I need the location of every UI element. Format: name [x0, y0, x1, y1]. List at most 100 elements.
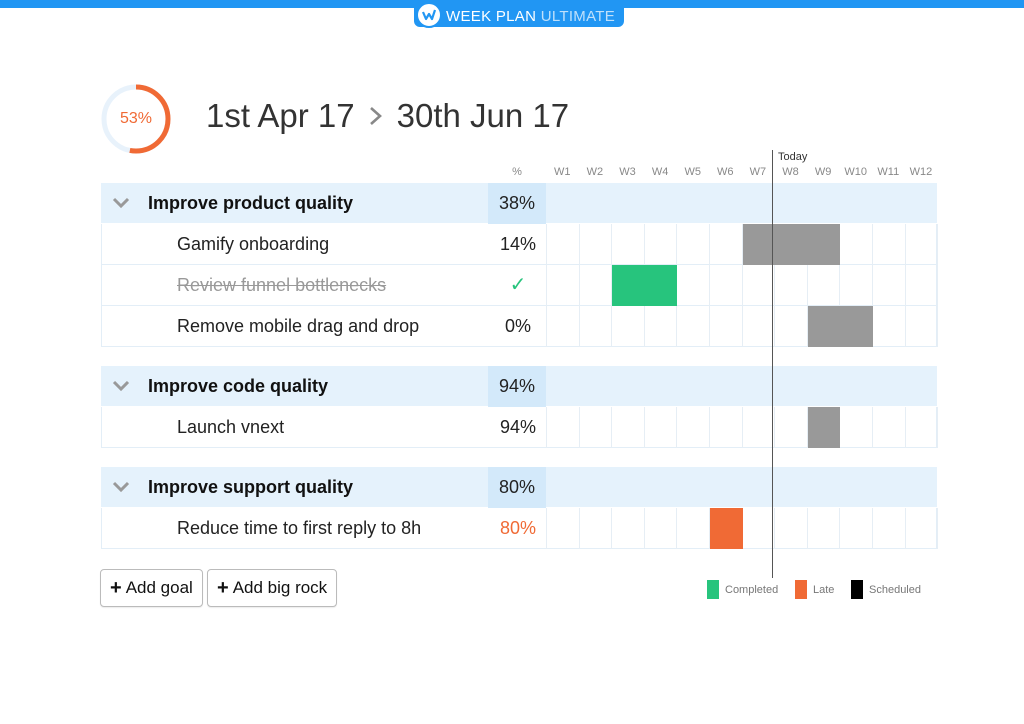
- legend-swatch: [707, 580, 719, 599]
- percent-column-header: %: [512, 166, 522, 178]
- week-gridline: [709, 265, 710, 306]
- week-gridline: [937, 508, 939, 549]
- completed-check-icon: ✓: [509, 274, 527, 296]
- today-marker-line: [772, 150, 773, 578]
- week-gridline: [676, 224, 678, 265]
- big-rock-title[interactable]: Gamify onboarding: [177, 224, 329, 265]
- legend-label: Late: [813, 583, 835, 596]
- big-rock-title[interactable]: Launch vnext: [177, 407, 284, 448]
- big-rock-row[interactable]: Gamify onboarding 14%: [101, 224, 939, 265]
- goal-title[interactable]: Improve code quality: [148, 366, 328, 407]
- big-rock-title[interactable]: Review funnel bottlenecks: [177, 265, 386, 306]
- week-gridline: [578, 508, 580, 549]
- week-gridline: [741, 407, 743, 448]
- week-gridline: [611, 407, 613, 448]
- week-gridline: [872, 265, 873, 306]
- week-gridline: [904, 265, 906, 306]
- chevron-down-icon[interactable]: [111, 195, 131, 211]
- week-gridline: [546, 306, 547, 347]
- big-rock-title[interactable]: Reduce time to first reply to 8h: [177, 508, 421, 549]
- week-gridline: [904, 508, 906, 549]
- week-gridline: [676, 407, 678, 448]
- app-title-main: WEEK PLAN: [446, 7, 537, 25]
- week-header: W11: [877, 166, 900, 178]
- week-header: W9: [814, 166, 832, 178]
- week-gridline: [611, 306, 613, 347]
- week-header: W5: [684, 166, 701, 178]
- week-gridline: [578, 224, 580, 265]
- week-gridline: [676, 508, 678, 549]
- week-gridline: [546, 265, 547, 306]
- goal-title[interactable]: Improve product quality: [148, 183, 353, 224]
- week-gridline: [643, 306, 645, 347]
- week-header: W6: [717, 166, 734, 178]
- week-gridline: [904, 224, 906, 265]
- app-brand[interactable]: WEEK PLAN ULTIMATE: [414, 2, 624, 28]
- legend-swatch: [851, 580, 863, 599]
- week-header: W4: [651, 166, 669, 178]
- big-rock-title[interactable]: Remove mobile drag and drop: [177, 306, 419, 347]
- overall-progress-label: 53%: [119, 110, 153, 127]
- week-gridline: [839, 508, 841, 549]
- legend-item: Completed: [707, 580, 778, 599]
- week-header: W1: [554, 166, 571, 178]
- schedule-bar-completed[interactable]: [612, 265, 678, 306]
- chevron-down-icon[interactable]: [111, 378, 131, 394]
- add-goal-button[interactable]: + Add goal: [100, 569, 203, 607]
- start-date[interactable]: 1st Apr 17: [206, 97, 355, 135]
- week-header: W10: [844, 166, 867, 178]
- week-gridline: [643, 508, 645, 549]
- end-date[interactable]: 30th Jun 17: [397, 97, 569, 135]
- week-gridline: [546, 407, 547, 448]
- add-big-rock-label: Add big rock: [232, 578, 328, 597]
- week-gridline: [937, 306, 939, 347]
- plus-icon: +: [110, 576, 122, 599]
- week-gridline: [611, 224, 613, 265]
- week-header: W2: [586, 166, 604, 178]
- week-gridline: [806, 265, 808, 306]
- schedule-bar-scheduled[interactable]: [807, 407, 841, 448]
- week-gridline: [643, 407, 645, 448]
- goal-row[interactable]: Improve code quality 94%: [101, 366, 937, 407]
- add-big-rock-button[interactable]: + Add big rock: [207, 569, 338, 607]
- week-gridline: [872, 508, 873, 549]
- big-rock-row[interactable]: Review funnel bottlenecks ✓: [101, 265, 939, 306]
- week-header: W3: [619, 166, 636, 178]
- goal-row[interactable]: Improve support quality 80%: [101, 467, 937, 508]
- week-gridline: [741, 265, 743, 306]
- week-gridline: [806, 508, 808, 549]
- big-rock-row[interactable]: Reduce time to first reply to 8h 80%: [101, 508, 939, 549]
- week-gridline: [774, 508, 776, 549]
- goal-percent: 38%: [488, 183, 546, 224]
- goal-row[interactable]: Improve product quality 38%: [101, 183, 937, 224]
- goal-title[interactable]: Improve support quality: [148, 467, 353, 508]
- plus-icon: +: [217, 576, 229, 599]
- date-range: 1st Apr 17 30th Jun 17: [206, 97, 569, 135]
- week-header: W8: [782, 166, 799, 178]
- legend-item: Late: [795, 580, 834, 599]
- add-goal-label: Add goal: [125, 578, 193, 597]
- week-plan-logo-icon: [416, 2, 442, 28]
- chevron-down-icon[interactable]: [111, 479, 131, 495]
- week-gridline: [546, 508, 547, 549]
- week-gridline: [643, 224, 645, 265]
- week-gridline: [904, 306, 906, 347]
- week-gridline: [937, 407, 939, 448]
- big-rock-row[interactable]: Remove mobile drag and drop 0%: [101, 306, 939, 347]
- legend-item: Scheduled: [851, 580, 921, 599]
- week-gridline: [774, 306, 776, 347]
- schedule-bar-scheduled[interactable]: [807, 306, 873, 347]
- legend-label: Completed: [725, 583, 779, 596]
- week-gridline: [839, 265, 841, 306]
- big-rock-percent: 80%: [499, 518, 537, 538]
- schedule-bar-late[interactable]: [710, 508, 743, 549]
- big-rock-percent: 14%: [499, 234, 537, 254]
- chevron-right-icon: [369, 107, 382, 125]
- legend-swatch: [795, 580, 807, 599]
- week-gridline: [709, 407, 710, 448]
- big-rock-percent: 94%: [499, 417, 537, 437]
- week-gridline: [774, 265, 776, 306]
- week-gridline: [578, 306, 580, 347]
- big-rock-row[interactable]: Launch vnext 94%: [101, 407, 939, 448]
- schedule-bar-scheduled[interactable]: [742, 224, 841, 265]
